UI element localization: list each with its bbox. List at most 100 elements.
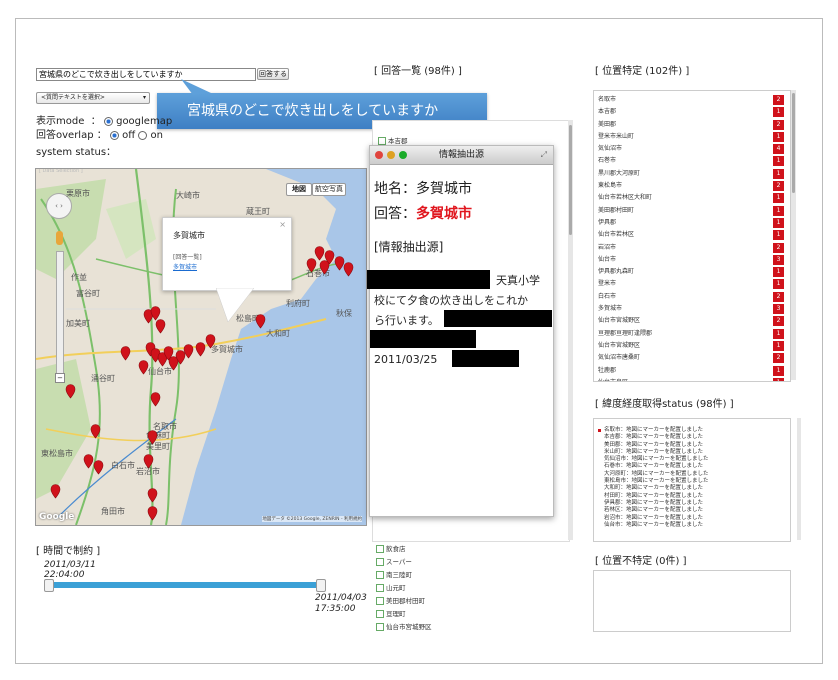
popup-titlebar: 情報抽出源 ⤢ bbox=[370, 146, 553, 165]
popup-answer-label: 回答： bbox=[374, 206, 416, 222]
question-input[interactable] bbox=[36, 68, 256, 81]
geo-status-row: 若林区：地図にマーカーを配置しました bbox=[604, 507, 704, 514]
map-marker bbox=[306, 258, 317, 273]
redaction-block bbox=[444, 310, 552, 327]
location-name: 石巻市 bbox=[598, 157, 617, 165]
overlap-on-radio[interactable] bbox=[138, 130, 148, 140]
location-row[interactable]: 岩沼市 2 bbox=[594, 242, 790, 254]
list-item[interactable]: 山元町 bbox=[374, 582, 566, 595]
location-row[interactable]: 美田郡 2 bbox=[594, 119, 790, 131]
geo-status-scrollbar[interactable] bbox=[797, 418, 801, 540]
location-row[interactable]: 気仙沼市 4 bbox=[594, 143, 790, 155]
location-row[interactable]: 仙台市若林区 1 bbox=[594, 229, 790, 241]
answer-category-list: 飲食店 スーパー 南三陸町 山元町 美田郡村田町 亘理町 仙台市宮城野区 bbox=[374, 543, 566, 634]
location-row[interactable]: 美田郡村田町 1 bbox=[594, 205, 790, 217]
location-row[interactable]: 気仙沼市唐桑町 2 bbox=[594, 352, 790, 364]
log-bullet-icon bbox=[598, 429, 601, 432]
zoom-dot-icon[interactable] bbox=[399, 151, 407, 159]
time-end-date: 2011/04/03 bbox=[315, 593, 367, 603]
location-row[interactable]: 仙台市若林区大和町 1 bbox=[594, 192, 790, 204]
location-row[interactable]: 仙台市宮城野区 1 bbox=[594, 340, 790, 352]
display-mode-radio[interactable] bbox=[103, 116, 113, 126]
minimize-dot-icon[interactable] bbox=[387, 151, 395, 159]
location-name: 仙台市泉区 bbox=[598, 379, 628, 381]
question-select-label: <質問テキストを選択> bbox=[41, 94, 105, 101]
info-window-link[interactable]: 多賀城市 bbox=[173, 262, 197, 271]
checkbox-icon[interactable] bbox=[376, 610, 384, 618]
map-marker bbox=[205, 334, 216, 349]
location-count-badge: 1 bbox=[773, 205, 784, 216]
location-row[interactable]: 伊具郡丸森町 1 bbox=[594, 266, 790, 278]
time-slider-start-handle[interactable] bbox=[44, 579, 54, 592]
geo-status-log[interactable]: 名取市：地図にマーカーを配置しました 本吉郡：地図にマーカーを配置しました 美田郡：… bbox=[593, 418, 791, 542]
location-name: 美田郡村田町 bbox=[598, 206, 635, 214]
location-row[interactable]: 伊具郡 1 bbox=[594, 217, 790, 229]
close-icon[interactable]: × bbox=[279, 220, 286, 229]
overlap-on-label: on bbox=[150, 130, 163, 141]
location-row[interactable]: 多賀城市 3 bbox=[594, 303, 790, 315]
unknown-location-title: [ 位置不特定 (0件) ] bbox=[595, 556, 687, 567]
location-row[interactable]: 登米市 1 bbox=[594, 278, 790, 290]
location-list[interactable]: 名取市 2 本吉郡 1 美田郡 2 登米市米山町 1 気仙沼市 4 石巻市 1 黒川郡大河原町 1 東松島市… bbox=[593, 90, 791, 382]
system-status-label: system status： bbox=[36, 147, 117, 158]
location-row[interactable]: 黒川郡大河原町 1 bbox=[594, 168, 790, 180]
checkbox-icon[interactable] bbox=[376, 571, 384, 579]
location-row[interactable]: 仙台市泉区 1 bbox=[594, 377, 790, 381]
location-row[interactable]: 石巻市 1 bbox=[594, 155, 790, 167]
list-item[interactable]: 美田郡村田町 bbox=[374, 595, 566, 608]
location-row[interactable]: 牡鹿郡 1 bbox=[594, 365, 790, 377]
location-name: 仙台市 bbox=[598, 255, 617, 263]
info-window: 多賀城市 [回答一覧] 多賀城市 × bbox=[162, 217, 292, 291]
location-count-badge: 2 bbox=[773, 353, 784, 364]
location-count-badge: 1 bbox=[773, 230, 784, 241]
location-row[interactable]: 白石市 2 bbox=[594, 291, 790, 303]
geo-status-row: 村田町：地図にマーカーを配置しました bbox=[604, 492, 704, 499]
location-name: 岩沼市 bbox=[598, 243, 617, 251]
location-name: 多賀城市 bbox=[598, 305, 623, 313]
location-row[interactable]: 名取市 2 bbox=[594, 94, 790, 106]
checkbox-icon[interactable] bbox=[376, 597, 384, 605]
location-name: 気仙沼市 bbox=[598, 145, 623, 153]
list-item[interactable]: 亘理町 bbox=[374, 608, 566, 621]
map-marker bbox=[83, 454, 94, 469]
location-name: 牡鹿郡 bbox=[598, 366, 617, 374]
location-row[interactable]: 仙台市宮城野区 2 bbox=[594, 315, 790, 327]
location-list-scroll-thumb[interactable] bbox=[792, 93, 795, 193]
location-row[interactable]: 登米市米山町 1 bbox=[594, 131, 790, 143]
checkbox-icon[interactable] bbox=[376, 584, 384, 592]
geo-status-row: 大和町：地図にマーカーを配置しました bbox=[604, 485, 704, 492]
list-item[interactable]: 南三陸町 bbox=[374, 569, 566, 582]
callout-text: 宮城県のどこで炊き出しをしていますか bbox=[187, 103, 439, 119]
map-marker bbox=[334, 256, 345, 271]
location-count-badge: 1 bbox=[773, 267, 784, 278]
location-count-badge: 4 bbox=[773, 144, 784, 155]
geo-status-row: 大河原町：地図にマーカーを配置しました bbox=[604, 470, 709, 477]
location-row[interactable]: 東松島市 2 bbox=[594, 180, 790, 192]
list-item[interactable]: 飲食店 bbox=[374, 543, 566, 556]
checkbox-icon[interactable] bbox=[376, 558, 384, 566]
question-select[interactable]: <質問テキストを選択> ▾ bbox=[36, 92, 150, 104]
list-item-label: 山元町 bbox=[386, 584, 406, 592]
time-slider[interactable] bbox=[44, 582, 322, 588]
location-row[interactable]: 仙台市 3 bbox=[594, 254, 790, 266]
unknown-location-list[interactable] bbox=[593, 570, 791, 632]
checkbox-icon[interactable] bbox=[376, 623, 384, 631]
location-name: 白石市 bbox=[598, 292, 617, 300]
location-row[interactable]: 本吉郡 1 bbox=[594, 106, 790, 118]
checkbox-icon[interactable] bbox=[378, 137, 386, 145]
location-row[interactable]: 亘理郡亘理町逢隈郡 1 bbox=[594, 328, 790, 340]
time-slider-end-handle[interactable] bbox=[316, 579, 326, 592]
answer-button[interactable]: 回答する bbox=[257, 68, 289, 80]
close-dot-icon[interactable] bbox=[375, 151, 383, 159]
overlap-off-radio[interactable] bbox=[109, 130, 119, 140]
checkbox-icon[interactable] bbox=[376, 545, 384, 553]
map-view[interactable]: [ Data Selection ] ‹ › − 地図 航空写真 大崎市 栗原市… bbox=[35, 168, 367, 526]
popup-answer-value: 多賀城市 bbox=[416, 206, 472, 222]
list-item-label: 南三陸町 bbox=[386, 571, 412, 579]
time-constraint-label: [ 時間で制約 ] bbox=[36, 546, 101, 557]
list-item[interactable]: 仙台市宮城野区 bbox=[374, 621, 566, 634]
answer-list-scroll-thumb[interactable] bbox=[569, 125, 572, 235]
location-count-badge: 2 bbox=[773, 119, 784, 130]
list-item[interactable]: スーパー bbox=[374, 556, 566, 569]
expand-icon[interactable]: ⤢ bbox=[541, 146, 547, 164]
